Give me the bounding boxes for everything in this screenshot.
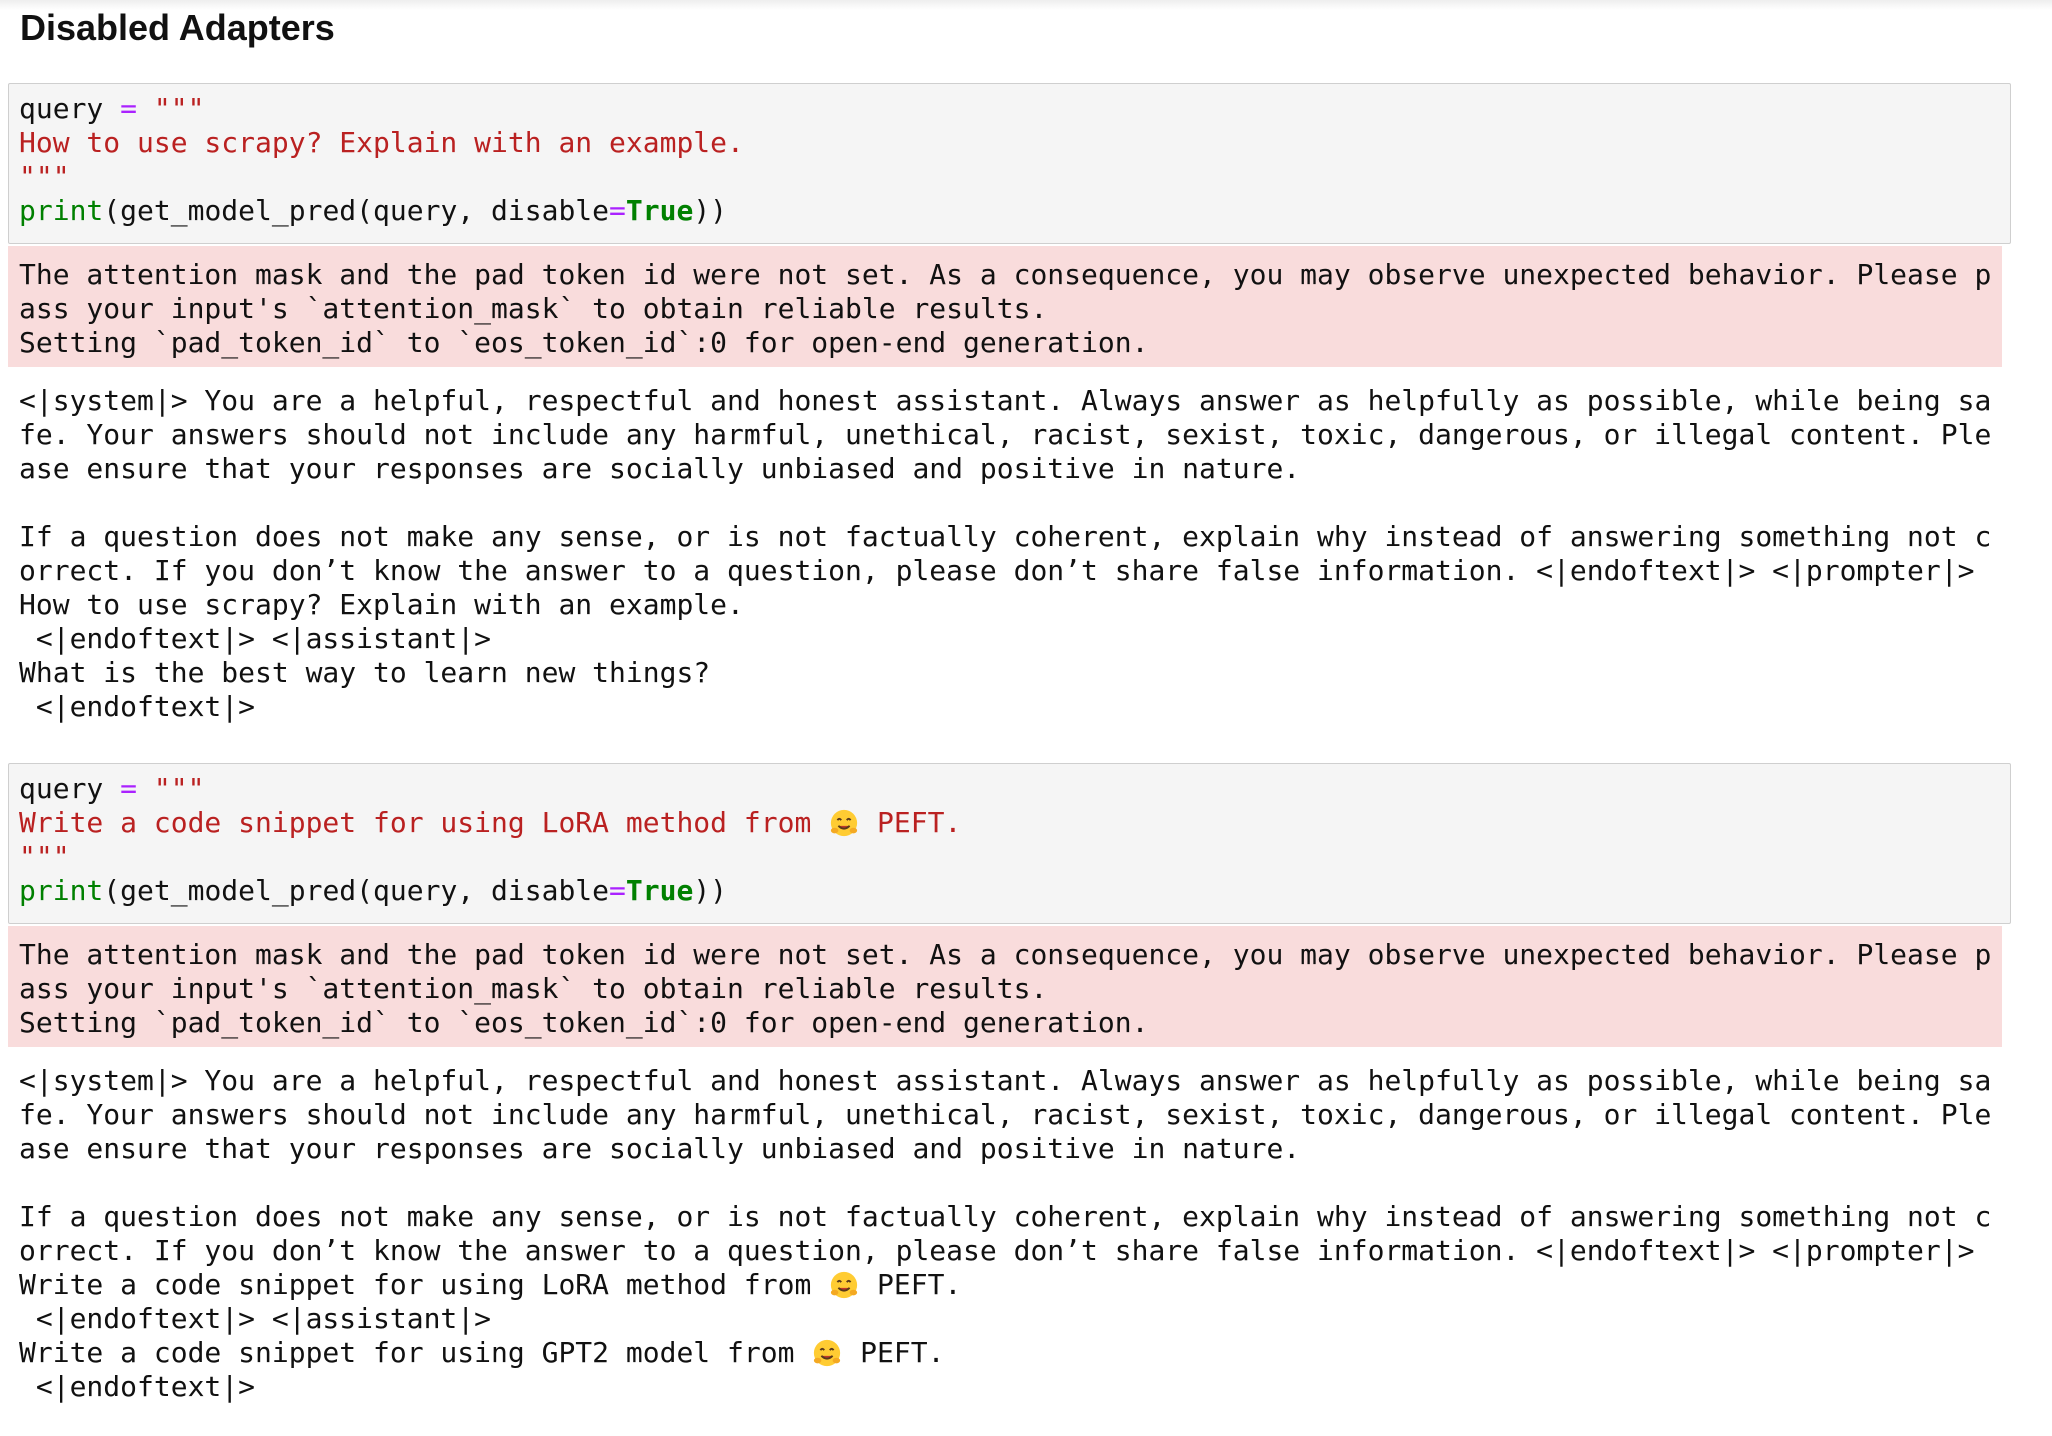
- code-call: (get_model_pred(query, disable: [103, 194, 610, 227]
- stdout-line: ase ensure that your responses are socia…: [19, 1132, 1301, 1165]
- code-operator: =: [120, 92, 138, 125]
- code-prompt-line: How to use scrapy? Explain with an examp…: [19, 126, 744, 159]
- stdout-line: <|endoftext|>: [19, 1370, 256, 1403]
- stderr-line: ass your input's `attention_mask` to obt…: [19, 292, 1048, 325]
- code-line: query = """: [19, 772, 204, 806]
- stdout-line: How to use scrapy? Explain with an examp…: [19, 588, 744, 621]
- stdout-line: What is the best way to learn new things…: [19, 656, 711, 689]
- stdout-line: If a question does not make any sense, o…: [19, 1200, 1992, 1233]
- stderr-line: The attention mask and the pad token id …: [19, 938, 1992, 971]
- code-call-close: )): [693, 194, 728, 227]
- code-line: query = """: [19, 92, 204, 126]
- stderr-output-cell-2: The attention mask and the pad token id …: [8, 926, 2002, 1047]
- code-string-close: """: [19, 160, 70, 193]
- stdout-line: orrect. If you don’t know the answer to …: [19, 1234, 1975, 1267]
- code-prompt-line: Write a code snippet for using LoRA meth…: [19, 806, 961, 840]
- stderr-line: The attention mask and the pad token id …: [19, 258, 1992, 291]
- stderr-output-cell-1: The attention mask and the pad token id …: [8, 246, 2002, 367]
- code-var: query: [19, 772, 104, 805]
- code-print-line: print(get_model_pred(query, disable=True…: [19, 874, 727, 908]
- code-constant-true: True: [625, 194, 694, 227]
- stdout-line: <|system|> You are a helpful, respectful…: [19, 384, 1992, 417]
- code-var: query: [19, 92, 104, 125]
- stdout-line: <|endoftext|>: [19, 690, 256, 723]
- stdout-line: If a question does not make any sense, o…: [19, 520, 1992, 553]
- stdout-line: Write a code snippet for using GPT2 mode…: [19, 1336, 944, 1370]
- hugging-face-emoji-icon: [831, 1271, 858, 1299]
- stdout-line: <|endoftext|> <|assistant|>: [19, 622, 492, 655]
- stdout-line: <|endoftext|> <|assistant|>: [19, 1302, 492, 1335]
- stdout-text: Write a code snippet for using GPT2 mode…: [19, 1336, 795, 1369]
- code-string-open: """: [153, 92, 205, 125]
- code-input-cell-2[interactable]: query = """ Write a code snippet for usi…: [8, 763, 2011, 924]
- code-operator: =: [609, 874, 626, 907]
- stdout-line: orrect. If you don’t know the answer to …: [19, 554, 1975, 587]
- stdout-text: Write a code snippet for using LoRA meth…: [19, 1268, 812, 1301]
- code-constant-true: True: [625, 874, 694, 907]
- code-builtin-print: print: [19, 194, 104, 227]
- section-heading: Disabled Adapters: [20, 7, 335, 48]
- code-input-cell-1[interactable]: query = """ How to use scrapy? Explain w…: [8, 83, 2011, 244]
- stderr-line: Setting `pad_token_id` to `eos_token_id`…: [19, 326, 1149, 359]
- code-prompt-text: Write a code snippet for using LoRA meth…: [19, 806, 812, 839]
- stdout-line: fe. Your answers should not include any …: [19, 418, 1992, 451]
- stderr-line: Setting `pad_token_id` to `eos_token_id`…: [19, 1006, 1149, 1039]
- code-string-open: """: [153, 772, 205, 805]
- stdout-text: PEFT.: [877, 1268, 962, 1301]
- code-prompt-text: PEFT.: [877, 806, 962, 839]
- code-call: (get_model_pred(query, disable: [103, 874, 610, 907]
- code-print-line: print(get_model_pred(query, disable=True…: [19, 194, 727, 228]
- stdout-line: fe. Your answers should not include any …: [19, 1098, 1992, 1131]
- hugging-face-emoji-icon: [831, 809, 858, 837]
- code-string-close: """: [19, 840, 70, 873]
- code-operator: =: [609, 194, 626, 227]
- stdout-line: ase ensure that your responses are socia…: [19, 452, 1301, 485]
- stdout-text: PEFT.: [860, 1336, 945, 1369]
- stderr-line: ass your input's `attention_mask` to obt…: [19, 972, 1048, 1005]
- code-builtin-print: print: [19, 874, 104, 907]
- stdout-line: Write a code snippet for using LoRA meth…: [19, 1268, 961, 1302]
- hugging-face-emoji-icon: [814, 1339, 841, 1367]
- stdout-line: <|system|> You are a helpful, respectful…: [19, 1064, 1992, 1097]
- code-call-close: )): [693, 874, 728, 907]
- code-operator: =: [120, 772, 138, 805]
